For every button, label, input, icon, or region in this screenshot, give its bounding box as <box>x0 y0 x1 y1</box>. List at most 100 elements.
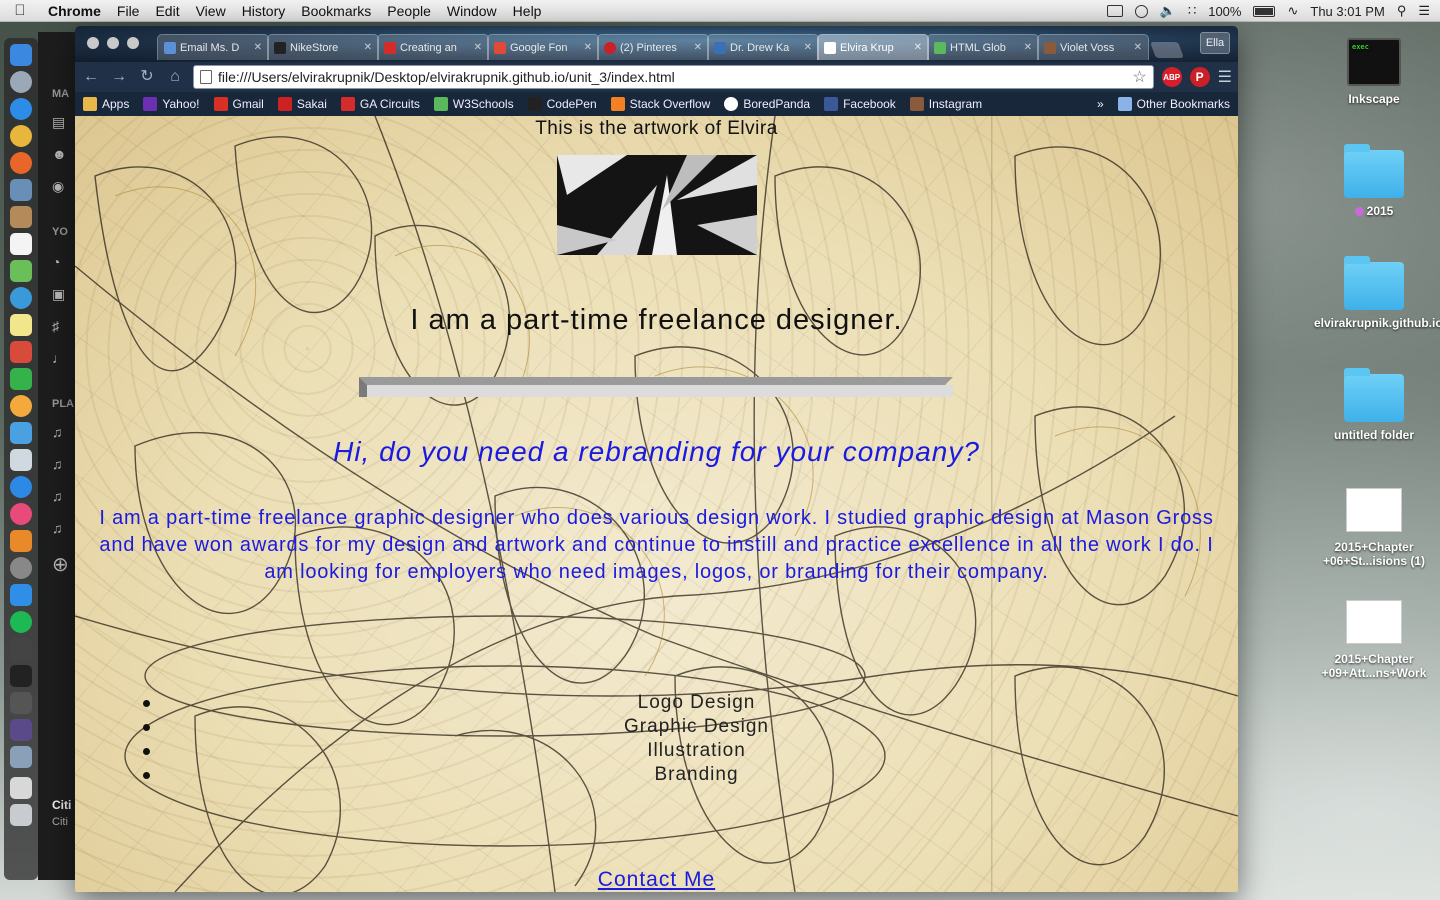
menu-view[interactable]: View <box>188 3 234 19</box>
close-tab-icon[interactable]: ✕ <box>804 42 812 53</box>
playlist-icon[interactable]: ♫ <box>52 520 63 536</box>
battery-icon[interactable] <box>1253 5 1276 17</box>
bookmark-instagram[interactable]: Instagram <box>909 97 982 111</box>
bookmark-ga-circuits[interactable]: GA Circuits <box>340 97 420 111</box>
spotify-library-icon[interactable]: ▣ <box>52 286 65 303</box>
desktop-icon-github-io[interactable]: elvirakrupnik.github.io <box>1314 256 1440 330</box>
time-machine-icon[interactable] <box>1134 4 1148 18</box>
tab-dr-drew[interactable]: Dr. Drew Ka ✕ <box>707 34 819 60</box>
desktop-icon-2015[interactable]: 2015 <box>1314 144 1434 218</box>
bookmark-codepen[interactable]: CodePen <box>527 97 597 111</box>
menu-edit[interactable]: Edit <box>147 3 187 19</box>
preview-icon[interactable] <box>10 179 32 201</box>
spotify-recent-icon[interactable]: ◔ <box>52 254 60 270</box>
desktop-icon-inkscape[interactable]: exec Inkscape <box>1314 38 1434 106</box>
notes-icon[interactable] <box>10 314 32 336</box>
pinterest-extension-icon[interactable]: P <box>1189 67 1210 87</box>
menu-bookmarks[interactable]: Bookmarks <box>293 3 379 19</box>
airplay-icon[interactable] <box>1106 5 1123 17</box>
menu-window[interactable]: Window <box>439 3 505 19</box>
close-window-button[interactable] <box>87 37 99 49</box>
ibooks-orange-icon[interactable] <box>10 530 32 552</box>
new-playlist-icon[interactable]: ⊕ <box>52 552 69 577</box>
trash-icon[interactable] <box>10 804 32 826</box>
spotify-profile-icon[interactable]: ☻ <box>52 146 67 162</box>
spotify-browse-icon[interactable]: ▤ <box>52 114 65 131</box>
close-tab-icon[interactable]: ✕ <box>584 42 592 53</box>
bookmarks-overflow-button[interactable]: » <box>1097 97 1104 111</box>
profile-button[interactable]: Ella <box>1200 32 1230 54</box>
other-bookmarks[interactable]: Other Bookmarks <box>1117 97 1230 111</box>
back-icon[interactable]: ← <box>81 67 101 87</box>
tab-email[interactable]: Email Ms. D ✕ <box>157 34 269 60</box>
menu-file[interactable]: File <box>109 3 148 19</box>
textwrangler-icon[interactable] <box>10 584 32 606</box>
forward-icon[interactable]: → <box>109 67 129 87</box>
utilities-icon[interactable] <box>10 746 32 768</box>
minimize-window-button[interactable] <box>107 37 119 49</box>
close-tab-icon[interactable]: ✕ <box>254 42 262 53</box>
spotify-icon[interactable] <box>10 611 32 633</box>
firefox-icon[interactable] <box>10 152 32 174</box>
pages-icon[interactable] <box>10 422 32 444</box>
close-tab-icon[interactable]: ✕ <box>1024 42 1032 53</box>
zoom-window-button[interactable] <box>127 37 139 49</box>
close-tab-icon[interactable]: ✕ <box>694 42 702 53</box>
menu-history[interactable]: History <box>234 3 294 19</box>
ibooks-icon[interactable] <box>10 449 32 471</box>
x11-icon[interactable] <box>10 638 32 660</box>
close-tab-icon[interactable]: ✕ <box>1134 42 1142 53</box>
apple-menu-icon[interactable]:  <box>0 2 40 19</box>
spotify-radio-icon[interactable]: ◉ <box>52 178 64 195</box>
bookmark-apps[interactable]: Apps <box>83 97 129 111</box>
close-tab-icon[interactable]: ✕ <box>914 42 922 53</box>
tab-elvira-active[interactable]: Elvira Krup ✕ <box>817 34 929 60</box>
chrome-icon[interactable] <box>10 125 32 147</box>
bookmark-facebook[interactable]: Facebook <box>824 97 896 111</box>
itunes-photos-icon[interactable] <box>10 395 32 417</box>
playlist-icon[interactable]: ♫ <box>52 424 63 440</box>
desktop-icon-untitled-folder[interactable]: untitled folder <box>1314 368 1434 442</box>
documents-stack-icon[interactable] <box>10 777 32 799</box>
spotify-local-icon[interactable]: ♩ <box>52 350 66 366</box>
itunes-icon[interactable] <box>10 503 32 525</box>
terminal-icon[interactable] <box>10 665 32 687</box>
photo-booth-icon[interactable] <box>10 341 32 363</box>
url-text[interactable]: file:///Users/elvirakrupnik/Desktop/elvi… <box>218 69 1126 85</box>
bluetooth-icon[interactable]: ∷ <box>1188 3 1196 19</box>
tab-nikestore[interactable]: NikeStore ✕ <box>267 34 379 60</box>
tab-creating[interactable]: Creating an ✕ <box>377 34 489 60</box>
github-icon[interactable] <box>10 719 32 741</box>
tab-violet-voss[interactable]: Violet Voss ✕ <box>1037 34 1149 60</box>
notification-center-icon[interactable]: ☰ <box>1418 3 1430 19</box>
desktop-icon-chapter-06[interactable]: 2015+Chapter +06+St...isions (1) <box>1314 488 1434 568</box>
app-store-icon[interactable] <box>10 476 32 498</box>
messages-icon[interactable] <box>10 287 32 309</box>
page-viewport[interactable]: This is the artwork of Elvira I am a par… <box>75 116 1238 892</box>
close-tab-icon[interactable]: ✕ <box>474 42 482 53</box>
new-tab-button[interactable] <box>1150 42 1184 58</box>
spotify-artists-icon[interactable]: ♯ <box>52 318 59 334</box>
bookmark-star-icon[interactable]: ☆ <box>1132 67 1146 87</box>
tab-html-global[interactable]: HTML Glob ✕ <box>927 34 1039 60</box>
adblock-plus-icon[interactable]: ABP <box>1161 67 1182 87</box>
photos-icon[interactable] <box>10 260 32 282</box>
inkscape-icon[interactable] <box>10 692 32 714</box>
bookmark-stack-overflow[interactable]: Stack Overflow <box>610 97 710 111</box>
launchpad-icon[interactable] <box>10 71 32 93</box>
menu-people[interactable]: People <box>379 3 439 19</box>
address-bar[interactable]: file:///Users/elvirakrupnik/Desktop/elvi… <box>193 65 1154 89</box>
system-preferences-icon[interactable] <box>10 557 32 579</box>
artwork-image[interactable] <box>557 155 757 255</box>
tab-google-fonts[interactable]: Google Fon ✕ <box>487 34 599 60</box>
bookmark-gmail[interactable]: Gmail <box>213 97 264 111</box>
wifi-icon[interactable]: ∿ <box>1287 3 1298 19</box>
menu-app-name[interactable]: Chrome <box>40 3 109 19</box>
bookmark-boredpanda[interactable]: BoredPanda <box>724 97 810 111</box>
chrome-menu-icon[interactable]: ☰ <box>1218 67 1232 87</box>
contact-me-link[interactable]: Contact Me <box>75 868 1238 892</box>
facetime-icon[interactable] <box>10 368 32 390</box>
bookmark-sakai[interactable]: Sakai <box>277 97 327 111</box>
contacts-icon[interactable] <box>10 206 32 228</box>
tab-pinterest[interactable]: (2) Pinteres ✕ <box>597 34 709 60</box>
